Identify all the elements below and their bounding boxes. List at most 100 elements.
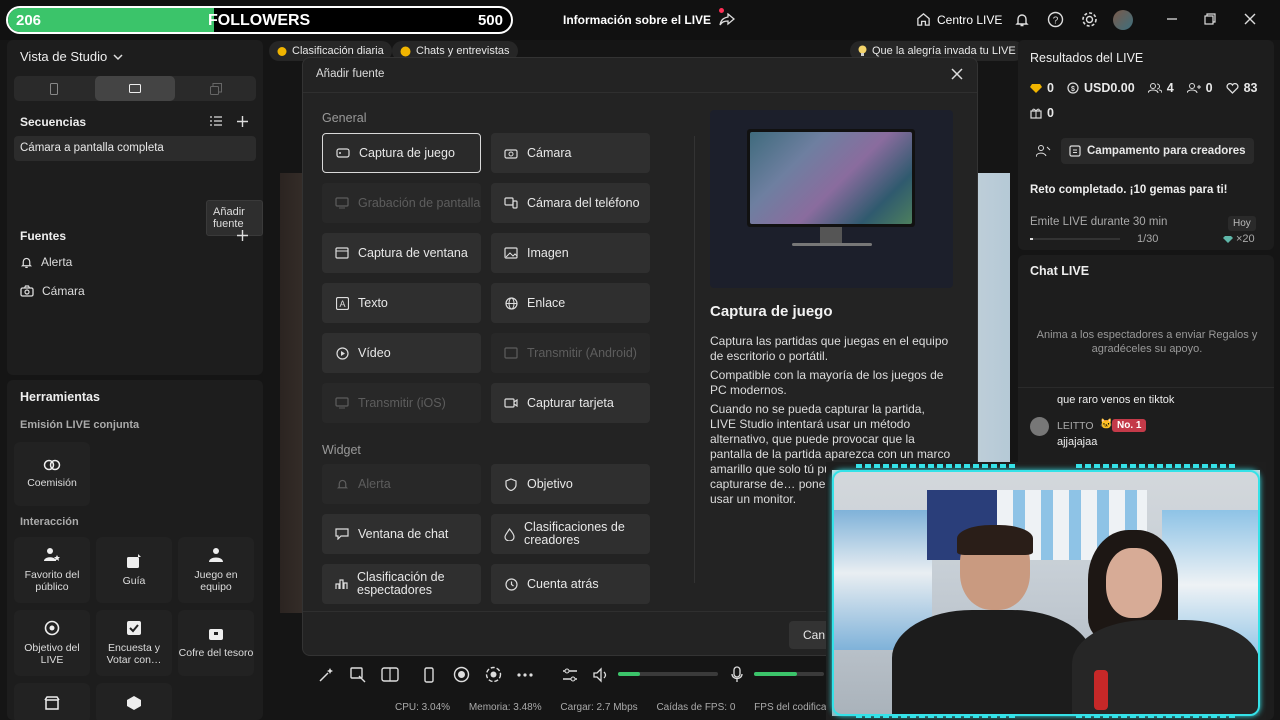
detail-title: Captura de juego xyxy=(710,303,833,320)
bootcamp-button[interactable]: Campamento para creadores xyxy=(1061,138,1254,164)
source-item-alerta[interactable]: Alerta xyxy=(20,255,72,269)
sequences-title: Secuencias xyxy=(20,115,87,129)
tool-diamond[interactable] xyxy=(96,683,172,720)
smile-icon xyxy=(400,46,411,57)
option-objetivo[interactable]: Objetivo xyxy=(491,464,650,504)
option-ventana-chat[interactable]: Ventana de chat xyxy=(322,514,481,554)
frame-dash-bottom-right xyxy=(1076,714,1236,718)
hexagon-icon xyxy=(126,695,142,711)
add-sequence-plus-icon[interactable] xyxy=(237,116,248,127)
bell-icon xyxy=(20,256,33,269)
bar-chart-icon xyxy=(335,577,348,591)
stat-likes: 83 xyxy=(1226,81,1258,95)
tool-guia[interactable]: Guía xyxy=(96,537,172,603)
phone-icon[interactable] xyxy=(424,667,434,683)
share-icon xyxy=(719,13,736,27)
tool-encuesta[interactable]: Encuesta y Votar con… xyxy=(96,610,172,676)
option-label: Captura de juego xyxy=(359,145,455,160)
detail-paragraph: Compatible con la mayoría de los juegos … xyxy=(710,368,944,397)
stat-value: 83 xyxy=(1243,81,1258,95)
frame-dash-bottom-left xyxy=(856,714,1016,718)
control-bar xyxy=(302,660,824,690)
option-clasificacion-espectadores[interactable]: Clasificación de espectadores xyxy=(322,564,481,604)
tool-juego-equipo[interactable]: Juego en equipo xyxy=(178,537,254,603)
camera-target-icon[interactable] xyxy=(485,666,502,683)
close-window-icon[interactable] xyxy=(1243,12,1257,26)
tool-label: Cofre del tesoro xyxy=(178,647,254,659)
phone-camera-icon xyxy=(504,196,518,210)
add-source-plus-icon[interactable] xyxy=(237,230,248,241)
results-title: Resultados del LIVE xyxy=(1030,51,1144,65)
effects-icon[interactable] xyxy=(350,667,366,683)
chat-message-text: que raro venos en tiktok xyxy=(1057,394,1175,406)
mixer-sliders-icon[interactable] xyxy=(562,667,578,683)
speaker-volume-slider[interactable] xyxy=(618,672,718,676)
sequence-item[interactable]: Cámara a pantalla completa xyxy=(14,136,256,161)
tool-store[interactable] xyxy=(14,683,90,720)
interaction-title: Interacción xyxy=(20,516,79,528)
svg-text:?: ? xyxy=(1053,16,1059,27)
tool-objetivo-live[interactable]: Objetivo del LIVE xyxy=(14,610,90,676)
coemision-label: Coemisión xyxy=(27,477,77,489)
guide-icon xyxy=(126,553,142,569)
speaker-icon[interactable] xyxy=(593,667,609,683)
mic-volume-slider[interactable] xyxy=(754,672,824,676)
option-clasificaciones-creadores[interactable]: Clasificaciones de creadores xyxy=(491,514,650,554)
minimize-icon[interactable] xyxy=(1165,12,1179,26)
banner-label: Clasificación diaria xyxy=(292,45,384,57)
more-icon[interactable] xyxy=(517,673,533,677)
image-icon xyxy=(504,246,518,260)
option-captura-juego[interactable]: Captura de juego xyxy=(322,133,481,173)
option-cuenta-atras[interactable]: Cuenta atrás xyxy=(491,564,650,604)
portrait-layout-icon[interactable] xyxy=(14,76,94,101)
option-label: Cámara xyxy=(527,145,572,160)
avatar xyxy=(1030,417,1049,436)
option-texto[interactable]: A Texto xyxy=(322,283,481,323)
gem-icon xyxy=(1223,235,1233,244)
option-camara-telefono[interactable]: Cámara del teléfono xyxy=(491,183,650,223)
text-icon: A xyxy=(335,296,349,310)
landscape-layout-icon[interactable] xyxy=(95,76,175,101)
widget-section-title: Widget xyxy=(322,443,361,457)
maximize-icon[interactable] xyxy=(1203,12,1217,26)
person-wave-icon[interactable] xyxy=(1036,144,1051,158)
option-capturar-tarjeta[interactable]: Capturar tarjeta xyxy=(491,383,650,423)
source-item-camara[interactable]: Cámara xyxy=(20,284,85,298)
bell-icon[interactable] xyxy=(1014,12,1030,28)
joint-live-title: Emisión LIVE conjunta xyxy=(20,419,140,431)
centro-live-button[interactable]: Centro LIVE xyxy=(916,12,1002,27)
settings-gear-icon[interactable] xyxy=(1081,11,1098,28)
stat-value: 4 xyxy=(1166,81,1174,95)
magic-wand-icon[interactable] xyxy=(318,667,334,683)
option-camara[interactable]: Cámara xyxy=(491,133,650,173)
coemision-button[interactable]: Coemisión xyxy=(14,442,90,506)
add-follower-icon xyxy=(1186,82,1201,94)
option-imagen[interactable]: Imagen xyxy=(491,233,650,273)
layout-switcher xyxy=(14,76,256,101)
stat-new-followers: 0 xyxy=(1186,81,1213,95)
record-icon[interactable] xyxy=(453,666,470,683)
tool-cofre-tesoro[interactable]: Cofre del tesoro xyxy=(178,610,254,676)
option-enlace[interactable]: Enlace xyxy=(491,283,650,323)
option-captura-ventana[interactable]: Captura de ventana xyxy=(322,233,481,273)
option-video[interactable]: Vídeo xyxy=(322,333,481,373)
team-game-icon xyxy=(208,547,224,563)
close-icon[interactable] xyxy=(951,68,963,80)
chat-username[interactable]: LEITTO xyxy=(1057,420,1094,432)
avatar[interactable] xyxy=(1113,10,1133,30)
microphone-icon[interactable] xyxy=(731,666,743,683)
option-label: Transmitir (Android) xyxy=(527,345,637,360)
tool-favorito-publico[interactable]: Favorito del público xyxy=(14,537,90,603)
live-info-link[interactable]: Información sobre el LIVE xyxy=(563,8,736,27)
source-label: Cámara xyxy=(42,284,85,298)
add-source-tooltip: Añadir fuente xyxy=(206,200,263,236)
challenge-title: Reto completado. ¡10 gemas para ti! xyxy=(1030,184,1228,196)
studio-view-label: Vista de Studio xyxy=(20,49,108,64)
option-grabacion-pantalla: Grabación de pantalla xyxy=(322,183,481,223)
help-icon[interactable]: ? xyxy=(1047,11,1064,28)
dual-layout-icon[interactable] xyxy=(176,76,256,101)
list-icon[interactable] xyxy=(210,116,222,126)
cast-icon xyxy=(335,396,349,410)
layout-grid-icon[interactable] xyxy=(381,667,399,682)
studio-view-dropdown[interactable]: Vista de Studio xyxy=(20,49,123,64)
